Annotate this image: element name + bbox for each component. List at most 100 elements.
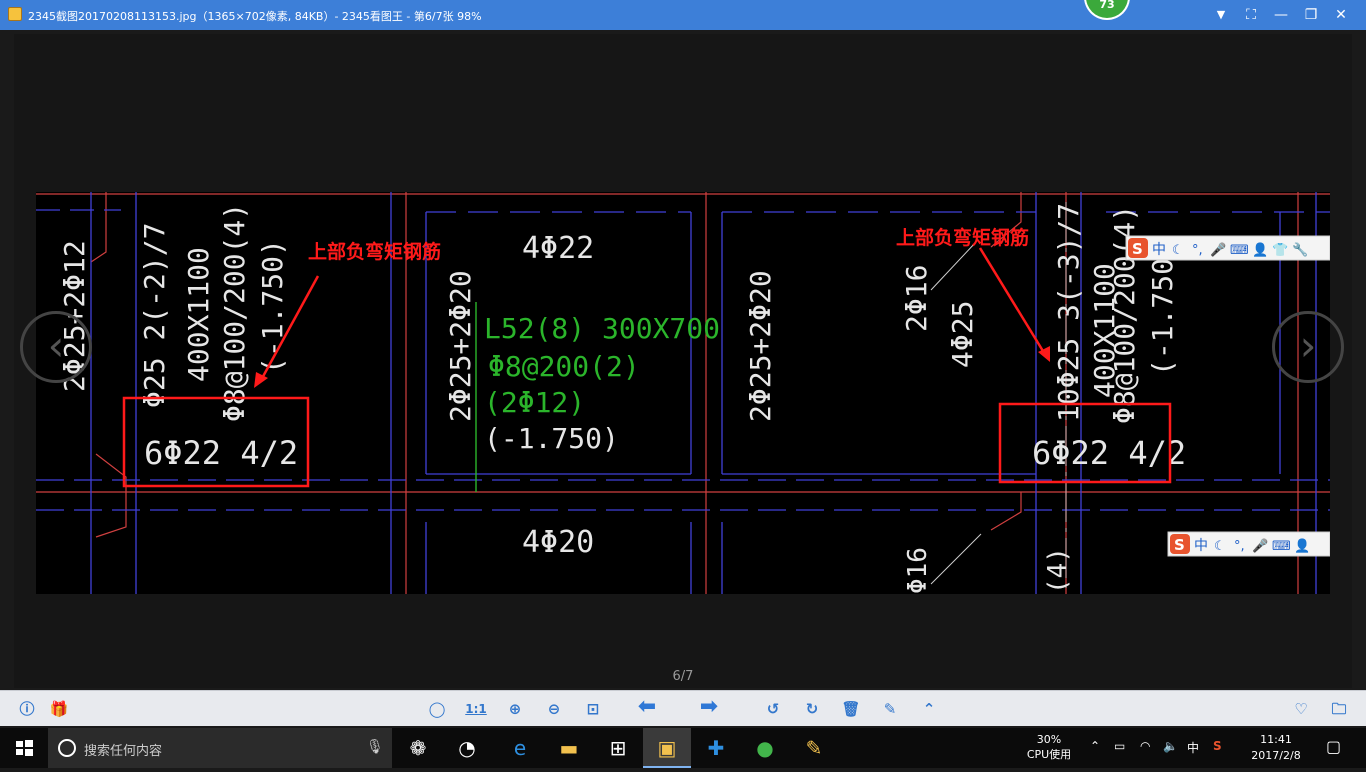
edge-icon[interactable]: e	[496, 728, 544, 768]
label-r-4p25: 4Φ25	[946, 301, 979, 368]
delete-icon[interactable]: 🗑	[840, 698, 862, 720]
image-viewer-2345-icon[interactable]: ▣	[643, 728, 691, 768]
task-view-icon[interactable]: ❁	[394, 728, 442, 768]
cpu-percent: 30%	[1036, 733, 1062, 746]
sogou-tray-icon[interactable]: S	[1213, 739, 1222, 753]
window-title: 2345截图20170208113153.jpg（1365×702像素, 84K…	[28, 10, 482, 23]
taskbar-search[interactable]: 搜索任何内容 🎙	[48, 728, 392, 768]
ime2-item-0: 中	[1194, 538, 1208, 554]
score-badge[interactable]: 73	[1084, 0, 1130, 20]
file-explorer-icon[interactable]: ▬	[545, 728, 593, 768]
ime1-item-2: °,	[1192, 243, 1203, 258]
start-button[interactable]	[0, 728, 48, 768]
ime1-item-7: 🔧	[1292, 241, 1308, 258]
cad-drawing: 2Φ25+2Φ12 Φ25 2(-2)/7 400X1100 Φ8@100/20…	[36, 192, 1330, 594]
rotate-right-icon[interactable]: ↻	[801, 698, 823, 720]
label-col2: 2Φ25+2Φ20	[444, 270, 477, 422]
search-placeholder: 搜索任何内容	[84, 744, 163, 759]
sogou-s-icon: S	[1132, 240, 1143, 258]
notifications-icon[interactable]: ▢	[1326, 737, 1341, 756]
annotation-right: 上部负弯矩钢筋	[896, 226, 1029, 249]
expand-up-icon[interactable]: ⌃	[918, 698, 940, 720]
label-g1: L52(8) 300X700	[484, 312, 720, 345]
close-button[interactable]: ✕	[1326, 0, 1356, 30]
prev-arrow-icon: ‹	[47, 321, 65, 370]
info-icon[interactable]: ⓘ	[16, 698, 38, 720]
ime1-item-1: ☾	[1172, 243, 1184, 258]
mouse-mode-icon[interactable]: ◯	[426, 698, 448, 720]
leader-line-1	[930, 241, 977, 291]
ime1-item-3: 🎤	[1210, 241, 1226, 258]
fullscreen-icon[interactable]: ⛶	[1236, 0, 1266, 30]
label-r-beam4: (-1.750)	[1146, 241, 1179, 376]
rotate-left-icon[interactable]: ↺	[762, 698, 784, 720]
green-labels: L52(8) 300X700 Φ8@200(2) (2Φ12)	[484, 312, 720, 419]
label-r-2p16: 2Φ16	[900, 265, 933, 332]
ime2-item-4: ⌨	[1272, 539, 1291, 554]
microphone-icon[interactable]: 🎙	[366, 739, 384, 755]
next-image-button[interactable]: ›	[1272, 311, 1344, 383]
label-r-bot4: (4)	[1043, 547, 1073, 594]
clock-time: 11:41	[1260, 733, 1292, 746]
ime1-item-4: ⌨	[1230, 243, 1249, 258]
battery-icon[interactable]: ▭	[1114, 739, 1125, 753]
ime-toolbar-2: S 中 ☾ °, 🎤 ⌨ 👤	[1167, 531, 1330, 557]
notes-app-icon[interactable]: ✎	[790, 728, 838, 768]
label-g3: (2Φ12)	[484, 386, 585, 419]
sogou-s-icon-2: S	[1174, 536, 1185, 554]
label-bot-mid: 4Φ20	[522, 525, 594, 560]
wifi-icon[interactable]: ◠	[1140, 739, 1150, 753]
tray-expand-icon[interactable]: ⌃	[1090, 739, 1100, 753]
ime2-item-5: 👤	[1294, 538, 1310, 554]
arrow-head-right	[1038, 346, 1050, 362]
previous-image-icon[interactable]: ⬅	[636, 696, 658, 718]
ime-indicator[interactable]: 中	[1187, 739, 1199, 756]
label-r-bot16: Φ16	[903, 547, 933, 594]
ime1-item-6: 👕	[1272, 243, 1288, 258]
next-image-icon[interactable]: ➡	[698, 696, 720, 718]
open-folder-icon[interactable]: 🗀	[1328, 698, 1350, 720]
store-icon[interactable]: ⊞	[594, 728, 642, 768]
gift-icon[interactable]: 🎁	[48, 698, 70, 720]
label-box-right: 6Φ22 4/2	[1032, 434, 1186, 472]
label-r-col1: 2Φ25+2Φ20	[744, 270, 777, 422]
zoom-in-icon[interactable]: ⊕	[504, 698, 526, 720]
leader-line-2	[930, 533, 982, 585]
windows-logo-icon	[16, 740, 33, 756]
label-box-left: 6Φ22 4/2	[144, 434, 298, 472]
app-plus-icon[interactable]: ✚	[692, 728, 740, 768]
fit-window-icon[interactable]: ⊡	[582, 698, 604, 720]
title-bar: 2345截图20170208113153.jpg（1365×702像素, 84K…	[0, 0, 1366, 30]
page-counter: 6/7	[672, 669, 694, 684]
ime2-item-1: ☾	[1214, 539, 1226, 554]
cad-drawing-image: 2Φ25+2Φ12 Φ25 2(-2)/7 400X1100 Φ8@100/20…	[36, 192, 1330, 594]
dropdown-menu-icon[interactable]: ▼	[1206, 0, 1236, 30]
label-g4: (-1.750)	[484, 422, 619, 455]
app-icon	[8, 7, 22, 21]
next-arrow-icon: ›	[1299, 321, 1317, 370]
ime2-item-2: °,	[1234, 539, 1245, 554]
prev-image-button[interactable]: ‹	[20, 311, 92, 383]
edit-icon[interactable]: ✎	[879, 698, 901, 720]
cpu-label: CPU使用	[1026, 748, 1072, 761]
clock-date: 2017/2/8	[1251, 749, 1301, 762]
ime1-item-0: 中	[1152, 242, 1166, 258]
label-r-beam1: 10Φ25 3(-3)/7	[1052, 203, 1085, 422]
zoom-out-icon[interactable]: ⊖	[543, 698, 565, 720]
ime1-item-5: 👤	[1252, 242, 1268, 258]
label-beam2: 400X1100	[182, 247, 215, 382]
label-beam4: (-1.750)	[256, 239, 289, 374]
volume-icon[interactable]: 🔈	[1163, 739, 1178, 753]
minimize-button[interactable]: —	[1266, 0, 1296, 30]
cortana-icon	[58, 739, 76, 757]
actual-size-button[interactable]: 1:1	[465, 698, 487, 720]
image-viewer[interactable]: 2Φ25+2Φ12 Φ25 2(-2)/7 400X1100 Φ8@100/20…	[14, 34, 1352, 688]
app-green-icon[interactable]: ●	[741, 728, 789, 768]
ime-toolbar-1: S 中 ☾ °, 🎤 ⌨ 👤 👕 🔧	[1125, 235, 1330, 261]
label-g2: Φ8@200(2)	[488, 350, 640, 383]
clock[interactable]: 11:41 2017/2/8	[1240, 732, 1312, 764]
label-beam1: Φ25 2(-2)/7	[138, 223, 171, 408]
browser-2345-icon[interactable]: ◔	[443, 728, 491, 768]
favorite-icon[interactable]: ♡	[1290, 698, 1312, 720]
maximize-button[interactable]: ❐	[1296, 0, 1326, 30]
